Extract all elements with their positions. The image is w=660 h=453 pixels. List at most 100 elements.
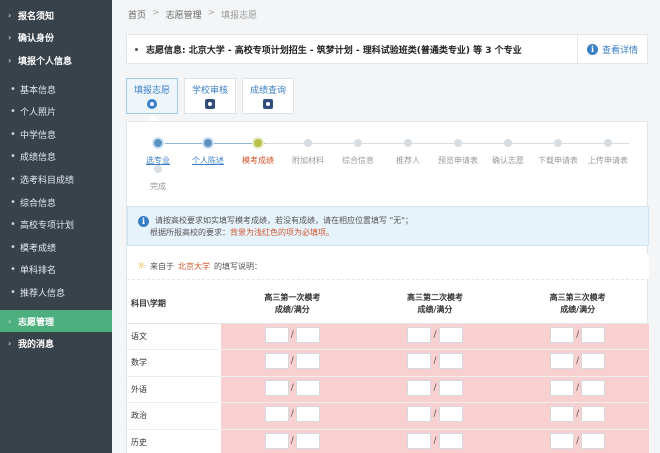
score-input[interactable]	[264, 326, 289, 343]
sidebar-item-mock-scores[interactable]: • 模考成绩	[0, 236, 112, 259]
sidebar-item-label: 中学信息	[20, 130, 57, 141]
step-label: 综合信息	[342, 156, 374, 165]
subject-label: 数学	[127, 349, 221, 377]
sidebar-item-comprehensive[interactable]: • 综合信息	[0, 191, 112, 214]
sidebar-item-personal-info[interactable]: › 填报个人信息	[0, 49, 112, 72]
sidebar-item-middle-school[interactable]: • 中学信息	[0, 123, 112, 146]
step-comprehensive-info: 综合信息	[333, 139, 383, 166]
sidebar-item-label: 报名须知	[18, 11, 55, 22]
full-score-input[interactable]	[438, 406, 463, 423]
sidebar-item-basic-info[interactable]: • 基本信息	[0, 78, 112, 101]
score-separator: /	[433, 409, 437, 420]
check-square-icon	[205, 99, 215, 109]
step-personal-statement[interactable]: 个人陈述	[183, 139, 233, 166]
full-score-input[interactable]	[581, 379, 606, 396]
step-pending-icon	[604, 139, 612, 147]
full-score-input[interactable]	[581, 353, 606, 370]
full-score-input[interactable]	[581, 326, 606, 343]
score-input[interactable]	[407, 432, 432, 449]
notice-line-1: 请按高校要求如实填写模考成绩，若没有成绩，请在相应位置填写 "无"；	[155, 216, 413, 225]
score-input[interactable]	[407, 326, 432, 343]
full-score-input[interactable]	[295, 406, 320, 423]
step-mock-scores[interactable]: 模考成绩	[233, 139, 283, 166]
score-input[interactable]	[264, 353, 289, 370]
sidebar-item-registration-notice[interactable]: › 报名须知	[0, 4, 112, 27]
sidebar-item-scores[interactable]: • 成绩信息	[0, 146, 112, 169]
bullet-icon: •	[10, 196, 16, 208]
sidebar-item-elective-scores[interactable]: • 选考科目成绩	[0, 168, 112, 191]
score-cell: /	[506, 429, 649, 453]
score-input[interactable]	[550, 353, 575, 370]
score-input[interactable]	[264, 406, 289, 423]
score-input[interactable]	[264, 379, 289, 396]
full-score-input[interactable]	[581, 432, 606, 449]
score-separator: /	[433, 356, 437, 367]
sidebar-item-subject-rank[interactable]: • 单科排名	[0, 259, 112, 282]
full-score-input[interactable]	[295, 326, 320, 343]
score-input-pair: /	[264, 406, 320, 423]
sidebar-item-label: 我的消息	[18, 340, 55, 351]
score-input[interactable]	[264, 432, 289, 449]
score-cell: /	[363, 376, 507, 403]
score-input-pair: /	[407, 326, 463, 343]
column-header-mock-1: 高三第一次模考 成绩/满分	[221, 285, 364, 324]
breadcrumb-separator: >	[152, 8, 160, 18]
sidebar-item-application-management[interactable]: › 志愿管理	[0, 309, 112, 333]
tab-score-query[interactable]: 成绩查询	[242, 78, 294, 114]
breadcrumb-section[interactable]: 志愿管理	[166, 8, 202, 21]
step-pending-icon	[404, 139, 412, 147]
application-info-text: 志愿信息: 北京大学 - 高校专项计划招生 - 筑梦计划 - 理科试验班类(普通…	[146, 45, 522, 56]
full-score-input[interactable]	[295, 353, 320, 370]
full-score-input[interactable]	[438, 379, 463, 396]
score-input[interactable]	[407, 379, 432, 396]
column-header-mock-3: 高三第三次模考 成绩/满分	[506, 285, 649, 324]
tab-fill-application[interactable]: 填报志愿	[126, 78, 178, 114]
full-score-input[interactable]	[438, 432, 463, 449]
score-input-pair: /	[550, 379, 606, 396]
sidebar-item-special-plan[interactable]: • 高校专项计划	[0, 213, 112, 236]
bullet-icon: •	[10, 219, 16, 231]
score-input[interactable]	[550, 432, 575, 449]
full-score-input[interactable]	[438, 326, 463, 343]
header-line-2: 成绩/满分	[274, 304, 310, 314]
sidebar-item-label: 确认身份	[18, 34, 55, 45]
score-input-pair: /	[264, 326, 320, 343]
score-separator: /	[576, 356, 580, 367]
view-details-button[interactable]: i 查看详情	[577, 34, 647, 64]
score-input[interactable]	[550, 326, 575, 343]
score-input[interactable]	[407, 406, 432, 423]
sidebar-item-photo[interactable]: • 个人照片	[0, 100, 112, 123]
chevron-right-icon: ›	[8, 339, 12, 349]
full-score-input[interactable]	[581, 406, 606, 423]
full-score-input[interactable]	[438, 353, 463, 370]
score-input[interactable]	[550, 379, 575, 396]
score-cell: /	[221, 402, 364, 430]
step-label: 下载申请表	[538, 156, 578, 165]
step-done-icon	[154, 139, 162, 147]
info-icon: i	[586, 43, 598, 55]
table-row: 外语 / / /	[127, 376, 649, 403]
bullet-icon: •	[10, 128, 16, 140]
score-input-pair: /	[550, 432, 606, 449]
step-label: 模考成绩	[242, 156, 274, 165]
score-input[interactable]	[407, 353, 432, 370]
step-pending-icon	[454, 139, 462, 147]
sidebar-item-referee[interactable]: • 推荐人信息	[0, 281, 112, 304]
step-select-major[interactable]: 选专业	[133, 139, 183, 166]
breadcrumb-home[interactable]: 首页	[128, 8, 146, 21]
full-score-input[interactable]	[295, 379, 320, 396]
header-line-1: 高三第一次模考	[264, 292, 321, 302]
tab-school-review[interactable]: 学校审核	[184, 78, 236, 114]
score-separator: /	[576, 382, 580, 393]
subject-label: 外语	[127, 376, 221, 403]
sidebar-item-my-messages[interactable]: › 我的消息	[0, 332, 112, 355]
step-current-icon	[254, 139, 262, 147]
table-header-row: 科目\学期 高三第一次模考 成绩/满分 高三第二次模考 成绩/满分 高三第三次模考成…	[127, 285, 649, 324]
score-cell: /	[363, 349, 507, 377]
full-score-input[interactable]	[295, 432, 320, 449]
application-panel: 选专业 个人陈述 模考成绩 附加材料 综合信息 推荐人 预览申请表 确认志愿 下…	[126, 121, 649, 453]
score-input[interactable]	[550, 406, 575, 423]
score-separator: /	[576, 329, 580, 340]
sidebar-item-confirm-identity[interactable]: › 确认身份	[0, 27, 112, 50]
sidebar-item-label: 推荐人信息	[20, 288, 66, 299]
